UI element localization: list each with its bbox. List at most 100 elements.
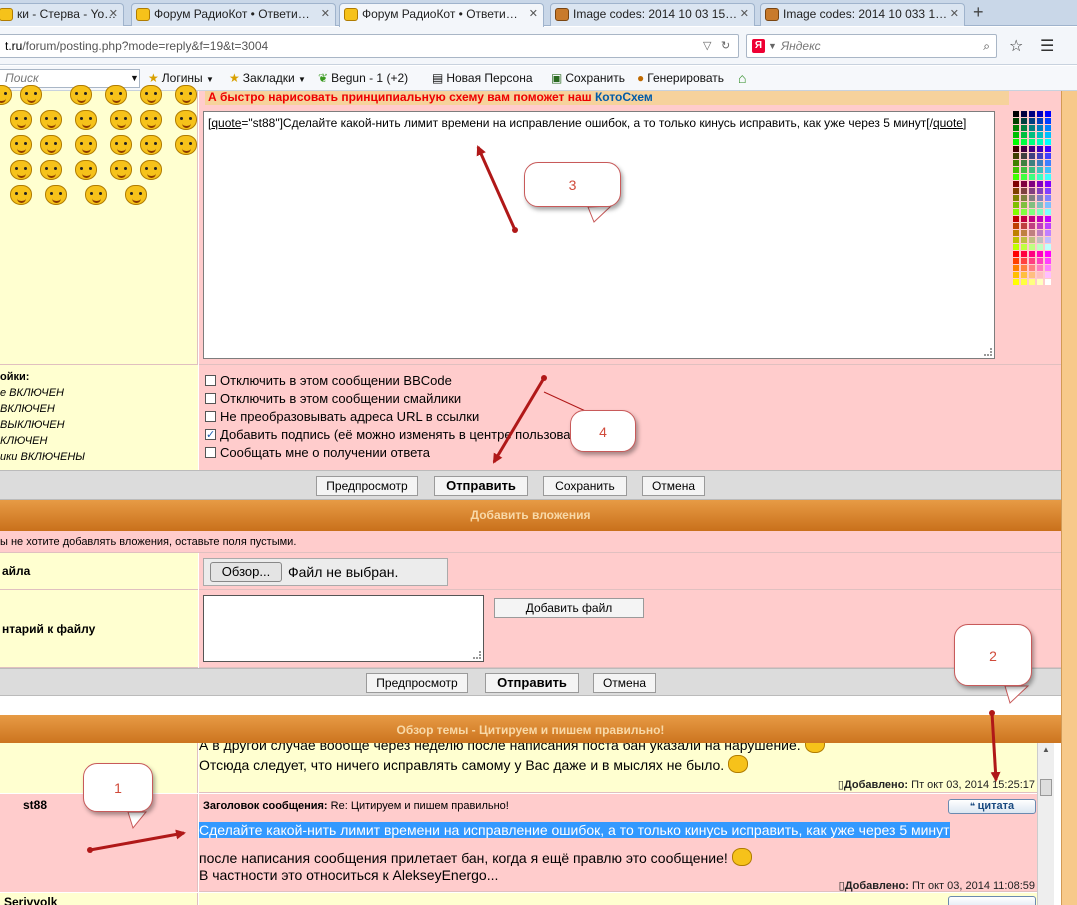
- home-icon[interactable]: ⌂: [738, 66, 746, 90]
- palette-color-swatch[interactable]: [1045, 181, 1051, 187]
- palette-color-swatch[interactable]: [1013, 132, 1019, 138]
- smiley-icon[interactable]: [40, 135, 62, 155]
- palette-color-swatch[interactable]: [1045, 195, 1051, 201]
- palette-color-swatch[interactable]: [1013, 272, 1019, 278]
- close-tab-icon[interactable]: ✕: [950, 4, 959, 25]
- palette-color-swatch[interactable]: [1013, 223, 1019, 229]
- submit-button[interactable]: Отправить: [434, 476, 528, 496]
- file-input[interactable]: Обзор... Файл не выбран.: [203, 558, 448, 586]
- palette-color-swatch[interactable]: [1045, 132, 1051, 138]
- palette-color-swatch[interactable]: [1029, 202, 1035, 208]
- smiley-icon[interactable]: [75, 110, 97, 130]
- palette-color-swatch[interactable]: [1029, 125, 1035, 131]
- palette-color-swatch[interactable]: [1029, 160, 1035, 166]
- palette-color-swatch[interactable]: [1045, 125, 1051, 131]
- palette-color-swatch[interactable]: [1037, 272, 1043, 278]
- checkbox-checked[interactable]: [205, 427, 216, 443]
- palette-color-swatch[interactable]: [1013, 153, 1019, 159]
- palette-color-swatch[interactable]: [1021, 160, 1027, 166]
- palette-color-swatch[interactable]: [1029, 244, 1035, 250]
- palette-color-swatch[interactable]: [1013, 279, 1019, 285]
- palette-color-swatch[interactable]: [1029, 111, 1035, 117]
- checkbox[interactable]: [205, 393, 216, 404]
- palette-color-swatch[interactable]: [1037, 251, 1043, 257]
- palette-color-swatch[interactable]: [1045, 160, 1051, 166]
- palette-color-swatch[interactable]: [1029, 174, 1035, 180]
- palette-color-swatch[interactable]: [1021, 251, 1027, 257]
- option-disable-smilies[interactable]: Отключить в этом сообщении смайлики: [205, 391, 461, 409]
- palette-color-swatch[interactable]: [1013, 230, 1019, 236]
- palette-color-swatch[interactable]: [1021, 195, 1027, 201]
- palette-color-swatch[interactable]: [1013, 258, 1019, 264]
- palette-color-swatch[interactable]: [1045, 272, 1051, 278]
- close-tab-icon[interactable]: ✕: [740, 4, 749, 25]
- palette-color-swatch[interactable]: [1037, 132, 1043, 138]
- palette-color-swatch[interactable]: [1045, 202, 1051, 208]
- quote-button[interactable]: [948, 896, 1036, 905]
- palette-color-swatch[interactable]: [1013, 146, 1019, 152]
- smiley-icon[interactable]: [140, 85, 162, 105]
- smiley-icon[interactable]: [70, 85, 92, 105]
- smiley-icon[interactable]: [10, 135, 32, 155]
- toolbar-search-dropdown-icon[interactable]: ▼: [130, 66, 139, 90]
- palette-color-swatch[interactable]: [1045, 111, 1051, 117]
- palette-color-swatch[interactable]: [1029, 258, 1035, 264]
- palette-color-swatch[interactable]: [1021, 209, 1027, 215]
- smiley-icon[interactable]: [110, 135, 132, 155]
- browse-button[interactable]: Обзор...: [210, 562, 282, 582]
- palette-color-swatch[interactable]: [1037, 279, 1043, 285]
- bookmark-generate[interactable]: ● Генерировать: [637, 66, 724, 90]
- browser-tab-active[interactable]: Форум РадиоКот • Ответи… ✕: [339, 3, 544, 27]
- palette-color-swatch[interactable]: [1021, 139, 1027, 145]
- palette-color-swatch[interactable]: [1021, 216, 1027, 222]
- palette-color-swatch[interactable]: [1037, 181, 1043, 187]
- palette-color-swatch[interactable]: [1045, 118, 1051, 124]
- palette-color-swatch[interactable]: [1029, 237, 1035, 243]
- smiley-icon[interactable]: [45, 185, 67, 205]
- post-author[interactable]: st88: [23, 798, 47, 812]
- palette-color-swatch[interactable]: [1029, 272, 1035, 278]
- palette-color-swatch[interactable]: [1021, 272, 1027, 278]
- checkbox[interactable]: [205, 411, 216, 422]
- palette-color-swatch[interactable]: [1021, 265, 1027, 271]
- palette-color-swatch[interactable]: [1013, 118, 1019, 124]
- palette-color-swatch[interactable]: [1021, 223, 1027, 229]
- palette-color-swatch[interactable]: [1029, 279, 1035, 285]
- palette-color-swatch[interactable]: [1029, 181, 1035, 187]
- palette-color-swatch[interactable]: [1037, 111, 1043, 117]
- cancel-button[interactable]: Отмена: [593, 673, 656, 693]
- palette-color-swatch[interactable]: [1045, 139, 1051, 145]
- palette-color-swatch[interactable]: [1037, 265, 1043, 271]
- add-file-button[interactable]: Добавить файл: [494, 598, 644, 618]
- palette-color-swatch[interactable]: [1013, 111, 1019, 117]
- palette-color-swatch[interactable]: [1029, 209, 1035, 215]
- palette-color-swatch[interactable]: [1045, 209, 1051, 215]
- palette-color-swatch[interactable]: [1021, 174, 1027, 180]
- search-engine-dropdown-icon[interactable]: ▼: [768, 35, 777, 57]
- palette-color-swatch[interactable]: [1037, 174, 1043, 180]
- palette-color-swatch[interactable]: [1045, 216, 1051, 222]
- bookmark-save[interactable]: ▣ Сохранить: [551, 66, 625, 90]
- palette-color-swatch[interactable]: [1045, 251, 1051, 257]
- smiley-icon[interactable]: [10, 160, 32, 180]
- palette-color-swatch[interactable]: [1029, 146, 1035, 152]
- palette-color-swatch[interactable]: [1021, 181, 1027, 187]
- smiley-icon[interactable]: [40, 110, 62, 130]
- palette-color-swatch[interactable]: [1013, 181, 1019, 187]
- scrollbar-thumb[interactable]: [1040, 779, 1052, 796]
- bookmark-begun[interactable]: ❦ Begun - 1 (+2): [318, 66, 408, 90]
- close-tab-icon[interactable]: ✕: [109, 4, 118, 25]
- palette-color-swatch[interactable]: [1029, 188, 1035, 194]
- palette-color-swatch[interactable]: [1021, 111, 1027, 117]
- palette-color-swatch[interactable]: [1021, 188, 1027, 194]
- palette-color-swatch[interactable]: [1013, 237, 1019, 243]
- palette-color-swatch[interactable]: [1029, 251, 1035, 257]
- url-dropdown-icon[interactable]: ▽: [703, 35, 711, 57]
- palette-color-swatch[interactable]: [1021, 146, 1027, 152]
- option-attach-signature[interactable]: Добавить подпись (её можно изменять в це…: [205, 427, 602, 445]
- preview-button[interactable]: Предпросмотр: [316, 476, 418, 496]
- palette-color-swatch[interactable]: [1029, 216, 1035, 222]
- palette-color-swatch[interactable]: [1013, 251, 1019, 257]
- palette-color-swatch[interactable]: [1045, 153, 1051, 159]
- palette-color-swatch[interactable]: [1045, 146, 1051, 152]
